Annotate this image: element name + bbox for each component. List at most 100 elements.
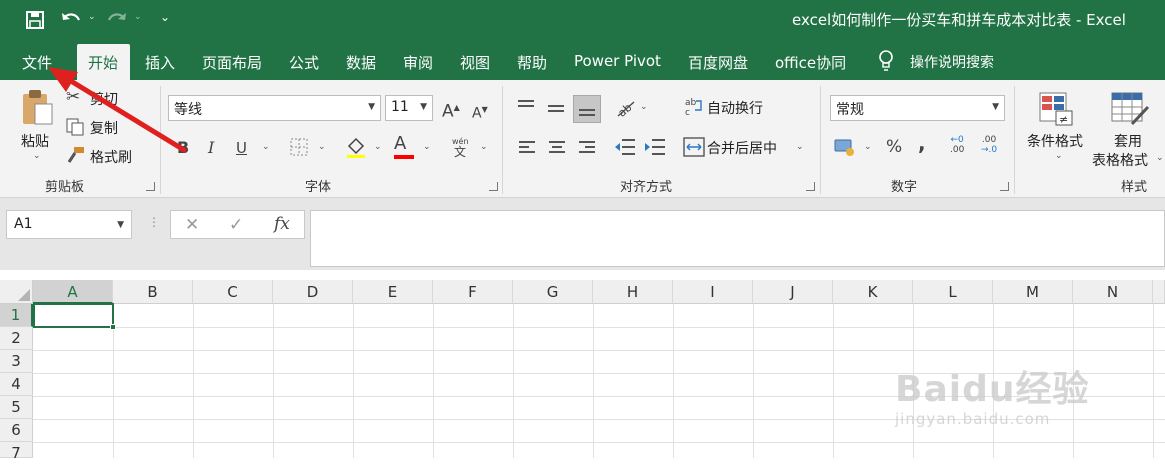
redo-dropdown-icon[interactable]: ⌄ [134,12,142,22]
tab-power-pivot[interactable]: Power Pivot [574,52,661,70]
format-table-dropdown-icon[interactable]: ⌄ [1156,153,1164,163]
row-header-4[interactable]: 4 [0,373,33,396]
active-cell-a1[interactable] [33,303,114,328]
column-header-i[interactable]: I [673,280,753,304]
font-name-select[interactable]: 等线 ▼ [168,95,381,121]
tab-file[interactable]: 文件 [22,52,52,73]
alignment-launcher-icon[interactable] [806,182,815,191]
column-header-f[interactable]: F [433,280,513,304]
bold-button[interactable]: B [177,139,189,157]
fill-color-dropdown-icon[interactable]: ⌄ [374,142,382,152]
row-header-3[interactable]: 3 [0,350,33,373]
redo-icon[interactable] [106,10,128,28]
conditional-format-icon[interactable]: ≠ [1038,91,1076,127]
number-format-select[interactable]: 常规 ▼ [830,95,1005,121]
format-as-table-icon[interactable] [1110,91,1150,127]
column-header-j[interactable]: J [753,280,833,304]
wrap-text-icon[interactable]: ab c [684,96,704,116]
tab-view[interactable]: 视图 [460,52,490,73]
format-painter-icon[interactable] [66,146,86,164]
decrease-indent-icon[interactable] [614,138,636,156]
border-dropdown-icon[interactable]: ⌄ [318,142,326,152]
formula-input[interactable] [310,210,1165,267]
align-right-icon[interactable] [579,141,595,156]
comma-button[interactable]: , [918,133,926,153]
paste-label[interactable]: 粘贴 [21,131,49,151]
column-header-m[interactable]: M [993,280,1073,304]
tab-office-collab[interactable]: office协同 [775,52,846,73]
font-size-select[interactable]: 11 ▼ [385,95,433,121]
tab-home[interactable]: 开始 [88,52,118,73]
font-color-dropdown-icon[interactable]: ⌄ [423,142,431,152]
scissors-icon[interactable]: ✂ [66,88,80,106]
font-color-icon[interactable]: A [394,135,406,153]
underline-dropdown-icon[interactable]: ⌄ [262,142,270,152]
increase-decimal-icon[interactable]: ←0.00 [950,135,964,155]
tab-page-layout[interactable]: 页面布局 [202,52,262,73]
underline-button[interactable]: U [236,139,247,157]
accounting-format-icon[interactable] [834,137,858,157]
column-header-o[interactable] [1153,280,1165,304]
undo-dropdown-icon[interactable]: ⌄ [88,12,96,22]
clipboard-launcher-icon[interactable] [146,182,155,191]
number-launcher-icon[interactable] [1000,182,1009,191]
select-all-button[interactable] [0,280,33,304]
splitter-dots-icon[interactable]: ⋮ [148,215,160,229]
paste-icon[interactable] [20,88,54,126]
format-painter-button[interactable]: 格式刷 [90,147,132,167]
format-table-label-2[interactable]: 表格格式 [1092,150,1148,170]
merge-dropdown-icon[interactable]: ⌄ [796,142,804,152]
row-header-5[interactable]: 5 [0,396,33,419]
tab-help[interactable]: 帮助 [517,52,547,73]
merge-center-icon[interactable] [683,137,705,157]
column-header-h[interactable]: H [593,280,673,304]
align-center-icon[interactable] [549,141,565,156]
grow-font-icon[interactable]: A▲ [442,99,460,121]
column-header-n[interactable]: N [1073,280,1153,304]
percent-button[interactable]: % [886,138,902,156]
column-header-e[interactable]: E [353,280,433,304]
row-header-7[interactable]: 7 [0,442,33,462]
conditional-format-dropdown-icon[interactable]: ⌄ [1055,151,1063,161]
decrease-decimal-icon[interactable]: .00 →.0 [981,135,997,155]
align-middle-icon[interactable] [548,105,564,115]
wrap-text-button[interactable]: 自动换行 [707,98,763,118]
row-header-2[interactable]: 2 [0,327,33,350]
orientation-dropdown-icon[interactable]: ⌄ [640,102,648,112]
cancel-icon[interactable]: ✕ [185,215,199,235]
insert-function-icon[interactable]: fx [274,214,290,234]
tab-data[interactable]: 数据 [346,52,376,73]
increase-indent-icon[interactable] [644,138,666,156]
row-header-6[interactable]: 6 [0,419,33,442]
phonetic-dropdown-icon[interactable]: ⌄ [480,142,488,152]
conditional-format-button[interactable]: 条件格式 [1027,131,1083,151]
column-header-g[interactable]: G [513,280,593,304]
tab-insert[interactable]: 插入 [145,52,175,73]
orientation-icon[interactable]: ab [614,96,636,118]
cut-button[interactable]: 剪切 [90,89,118,109]
column-header-d[interactable]: D [273,280,353,304]
accounting-dropdown-icon[interactable]: ⌄ [864,142,872,152]
shrink-font-icon[interactable]: A▼ [472,101,488,123]
paste-dropdown-icon[interactable]: ⌄ [33,151,41,161]
column-header-b[interactable]: B [113,280,193,304]
format-table-label-1[interactable]: 套用 [1114,131,1142,151]
italic-button[interactable]: I [208,139,214,157]
enter-icon[interactable]: ✓ [229,215,243,235]
name-box[interactable]: A1 ▼ [6,210,132,239]
column-header-c[interactable]: C [193,280,273,304]
column-header-a[interactable]: A [33,280,113,304]
border-icon[interactable] [290,138,308,156]
tell-me-search[interactable]: 操作说明搜索 [910,52,994,72]
tab-baidu-netdisk[interactable]: 百度网盘 [688,52,748,73]
font-launcher-icon[interactable] [489,182,498,191]
copy-button[interactable]: 复制 [90,118,118,138]
align-left-icon[interactable] [519,141,535,156]
copy-icon[interactable] [66,118,84,136]
undo-icon[interactable] [60,10,82,28]
align-top-icon[interactable] [518,100,534,110]
tab-formulas[interactable]: 公式 [289,52,319,73]
tab-review[interactable]: 审阅 [403,52,433,73]
column-header-k[interactable]: K [833,280,913,304]
phonetic-guide-icon[interactable]: 文 [454,143,466,161]
